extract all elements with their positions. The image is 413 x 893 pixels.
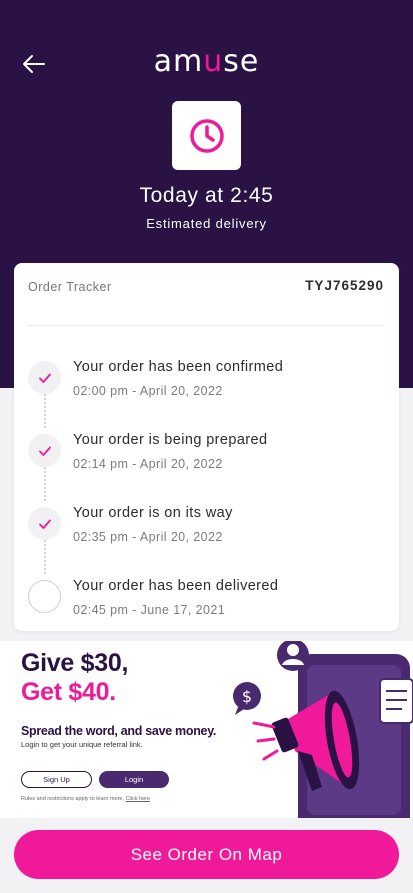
step-check-icon <box>28 507 61 540</box>
brand-logo: amuse <box>153 44 260 79</box>
sound-lines <box>252 721 279 761</box>
step-time: 02:35 pm - April 20, 2022 <box>73 530 223 544</box>
promo-subtitle: Spread the word, and save money. <box>21 724 217 738</box>
promo-rules-link[interactable]: Click here <box>126 796 150 802</box>
step-title: Your order is on its way <box>73 505 233 521</box>
step-time: 02:00 pm - April 20, 2022 <box>73 384 223 398</box>
promo-login-button[interactable]: Login <box>99 771 169 788</box>
eta-title: Today at 2:45 <box>139 184 274 207</box>
promo-note: Login to get your unique referral link. <box>21 740 143 749</box>
tracker-step: Your order is being prepared 02:14 pm - … <box>14 428 399 478</box>
step-check-icon <box>28 434 61 467</box>
tracker-step: Your order has been confirmed 02:00 pm -… <box>14 355 399 405</box>
order-tracker-card: Order Tracker TYJ765290 Your order has b… <box>14 263 399 631</box>
step-pending-icon <box>28 580 61 613</box>
step-check-icon <box>28 361 61 394</box>
step-title: Your order has been delivered <box>73 578 279 594</box>
step-title: Your order is being prepared <box>73 432 268 448</box>
tracker-step: Your order has been delivered 02:45 pm -… <box>14 574 399 624</box>
promo-rules-text: Rules and restrictions apply to learn mo… <box>21 796 125 802</box>
tracker-label: Order Tracker <box>28 280 112 294</box>
footer: See Order On Map <box>0 818 413 893</box>
order-id: TYJ765290 <box>305 278 384 293</box>
referral-promo-banner[interactable]: Give $30, Get $40. Spread the word, and … <box>0 641 413 818</box>
promo-illustration: $ <box>233 641 413 818</box>
clock-icon <box>189 118 224 153</box>
divider <box>28 325 384 326</box>
promo-headline-1: Give $30, <box>21 649 129 677</box>
step-title: Your order has been confirmed <box>73 359 284 375</box>
promo-headline-2: Get $40. <box>21 678 116 706</box>
see-order-on-map-button[interactable]: See Order On Map <box>14 830 399 879</box>
eta-subtitle: Estimated delivery <box>146 216 267 231</box>
dollar-chat-icon: $ <box>233 682 261 715</box>
step-time: 02:14 pm - April 20, 2022 <box>73 457 223 471</box>
promo-signup-button[interactable]: Sign Up <box>21 771 92 788</box>
svg-text:$: $ <box>242 687 252 706</box>
status-icon-box <box>172 101 241 170</box>
chat-lines-icon <box>379 678 413 724</box>
tracker-step: Your order is on its way 02:35 pm - Apri… <box>14 501 399 551</box>
step-time: 02:45 pm - June 17, 2021 <box>73 603 226 617</box>
promo-rules: Rules and restrictions apply to learn mo… <box>21 796 150 802</box>
